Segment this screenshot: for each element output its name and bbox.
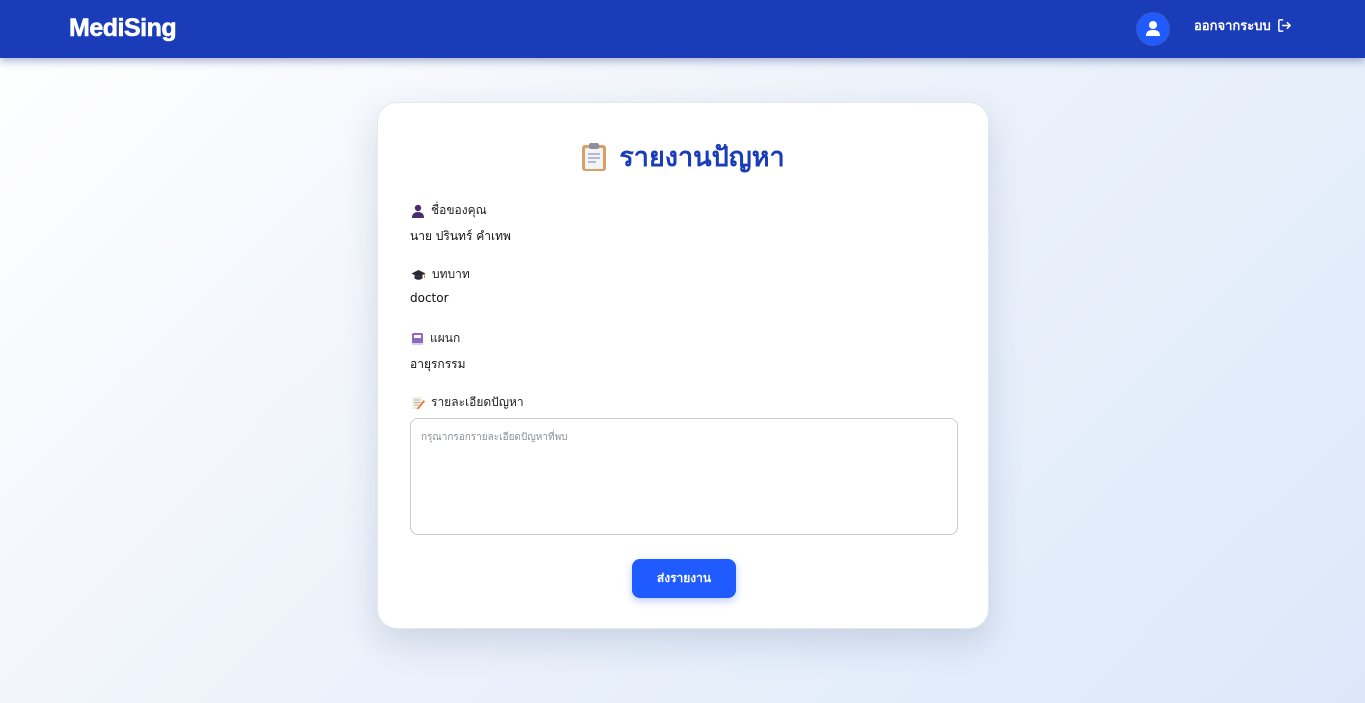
department-label-row: แผนก	[411, 329, 460, 348]
card-title: รายงานปัญหา	[378, 135, 988, 178]
name-label-row: ชื่อของคุณ	[411, 201, 487, 220]
logout-button[interactable]: ออกจากระบบ	[1194, 15, 1292, 35]
top-navbar: MediSing ออกจากระบบ	[0, 0, 1365, 58]
report-card: รายงานปัญหา ชื่อของคุณ นาย ปรินทร์ คำเทพ…	[377, 102, 989, 629]
department-label: แผนก	[430, 331, 461, 345]
page-title: รายงานปัญหา	[619, 142, 785, 173]
logout-icon	[1277, 18, 1291, 32]
memo-icon	[412, 396, 425, 409]
department-value: อายุรกรรม	[410, 357, 466, 371]
person-icon	[412, 204, 424, 218]
user-avatar-button[interactable]	[1137, 13, 1169, 45]
logo[interactable]: MediSing	[69, 14, 177, 43]
detail-label-row: รายละเอียดปัญหา	[411, 393, 524, 412]
graduation-cap-icon	[411, 269, 426, 280]
problem-detail-input[interactable]	[410, 418, 958, 535]
role-value: doctor	[410, 291, 449, 305]
name-value: นาย ปรินทร์ คำเทพ	[410, 229, 511, 243]
submit-report-button[interactable]: ส่งรายงาน	[632, 559, 736, 598]
detail-label: รายละเอียดปัญหา	[431, 395, 524, 409]
clipboard-icon	[582, 142, 607, 171]
logout-label: ออกจากระบบ	[1194, 18, 1271, 34]
role-label-row: บทบาท	[411, 265, 470, 284]
name-label: ชื่อของคุณ	[431, 203, 487, 217]
role-label: บทบาท	[432, 267, 470, 281]
book-icon	[412, 332, 423, 345]
user-icon	[1146, 21, 1160, 36]
